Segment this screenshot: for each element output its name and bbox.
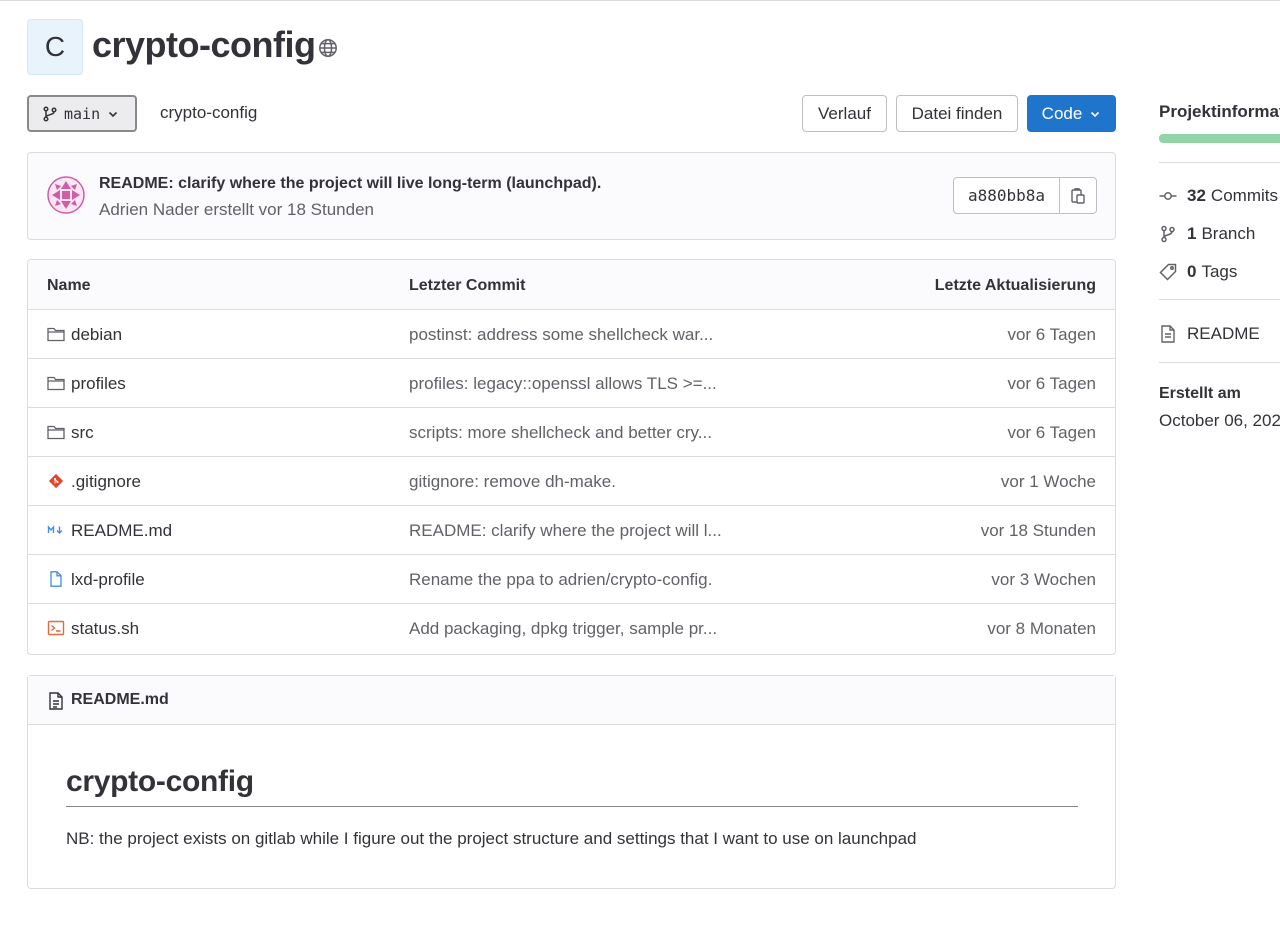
copy-sha-button[interactable] [1060,178,1096,213]
branch-label: Branch [1201,224,1256,243]
file-date: vor 6 Tagen [1007,325,1096,344]
file-commit[interactable]: Rename the ppa to adrien/crypto-config. [409,570,712,590]
sidebar-divider [1159,362,1280,363]
code-button[interactable]: Code [1027,95,1116,132]
chevron-down-icon [109,111,118,117]
commit-icon [1159,192,1177,200]
table-row[interactable]: debian postinst: address some shellcheck… [28,310,1115,359]
readme-filename[interactable]: README.md [71,691,169,709]
file-date: vor 18 Stunden [980,521,1096,540]
file-name[interactable]: README.md [71,521,172,541]
column-name: Name [47,277,91,294]
file-commit[interactable]: Add packaging, dpkg trigger, sample pr..… [409,619,717,639]
file-commit[interactable]: gitignore: remove dh-make. [409,472,616,492]
file-icon [50,571,62,587]
table-row[interactable]: .gitignore gitignore: remove dh-make. vo… [28,457,1115,506]
breadcrumb[interactable]: crypto-config [160,103,257,123]
globe-icon [319,39,337,57]
sidebar-item-commits[interactable]: 32 Commits [1159,185,1278,207]
column-last-commit: Letzter Commit [409,277,526,294]
terminal-icon [47,620,65,636]
file-date: vor 6 Tagen [1007,374,1096,393]
sidebar-item-readme[interactable]: README [1159,323,1260,345]
tag-icon [1159,263,1177,281]
commit-sha-group: a880bb8a [953,177,1097,214]
avatar-letter: C [44,31,66,62]
commits-label: Commits [1210,186,1278,205]
find-file-button[interactable]: Datei finden [896,95,1018,132]
copy-icon [1071,187,1085,204]
file-name[interactable]: lxd-profile [71,570,145,590]
folder-icon [47,376,65,391]
readme-header: README.md [28,676,1115,725]
git-icon [48,473,64,489]
author-avatar[interactable] [47,176,85,214]
table-header: Name Letzter Commit Letzte Aktualisierun… [28,260,1115,310]
branch-icon [43,105,57,122]
project-info-title: Projektinformationen [1159,102,1280,121]
top-border [0,0,1280,1]
file-name[interactable]: debian [71,325,122,345]
commit-sha[interactable]: a880bb8a [954,178,1060,213]
readme-divider [66,806,1078,807]
branch-icon [1161,225,1175,243]
table-row[interactable]: src scripts: more shellcheck and better … [28,408,1115,457]
file-date: vor 8 Monaten [987,619,1096,638]
project-avatar: C [27,19,83,75]
branch-name: main [64,104,101,123]
file-date: vor 6 Tagen [1007,423,1096,442]
branch-count: 1 [1187,224,1197,243]
chevron-down-icon [1091,111,1100,117]
language-bar [1159,134,1280,143]
sidebar-item-tags[interactable]: 0 Tags [1159,261,1237,283]
sidebar-divider [1159,299,1280,300]
branch-selector[interactable]: main [27,95,137,132]
document-icon [1161,325,1175,343]
file-table: Name Letzter Commit Letzte Aktualisierun… [27,259,1116,655]
created-label: Erstellt am [1159,385,1241,402]
table-row[interactable]: lxd-profile Rename the ppa to adrien/cry… [28,555,1115,604]
file-date: vor 3 Wochen [991,570,1096,589]
commit-message[interactable]: README: clarify where the project will l… [99,175,601,193]
file-name[interactable]: status.sh [71,619,139,639]
project-title: crypto-config [92,24,316,65]
file-commit[interactable]: postinst: address some shellcheck war... [409,325,713,345]
code-button-label: Code [1041,103,1083,123]
history-button[interactable]: Verlauf [802,95,887,132]
tags-label: Tags [1201,262,1238,281]
document-icon [49,692,63,710]
readme-body: NB: the project exists on gitlab while I… [66,829,917,848]
table-row[interactable]: profiles profiles: legacy::openssl allow… [28,359,1115,408]
sidebar-divider [1159,162,1280,163]
file-commit[interactable]: scripts: more shellcheck and better cry.… [409,423,712,443]
sidebar-item-branches[interactable]: 1 Branch [1159,223,1255,245]
file-name[interactable]: profiles [71,374,126,394]
markdown-icon [47,525,63,534]
readme-link: README [1187,324,1260,343]
folder-icon [47,425,65,440]
commits-count: 32 [1187,186,1206,205]
readme-panel: README.md crypto-config NB: the project … [27,675,1116,889]
file-name[interactable]: src [71,423,94,443]
file-commit[interactable]: README: clarify where the project will l… [409,521,722,541]
file-date: vor 1 Woche [1000,472,1096,491]
commit-meta: Adrien Nader erstellt vor 18 Stunden [99,200,374,219]
table-row[interactable]: README.md README: clarify where the proj… [28,506,1115,555]
readme-heading: crypto-config [66,765,254,798]
file-commit[interactable]: profiles: legacy::openssl allows TLS >=.… [409,374,717,394]
tags-count: 0 [1187,262,1197,281]
created-date: October 06, 2023 [1159,411,1280,430]
table-row[interactable]: status.sh Add packaging, dpkg trigger, s… [28,604,1115,653]
file-name[interactable]: .gitignore [71,472,141,492]
column-last-update: Letzte Aktualisierung [934,277,1096,294]
folder-icon [47,327,65,342]
last-commit-panel: README: clarify where the project will l… [27,152,1116,240]
